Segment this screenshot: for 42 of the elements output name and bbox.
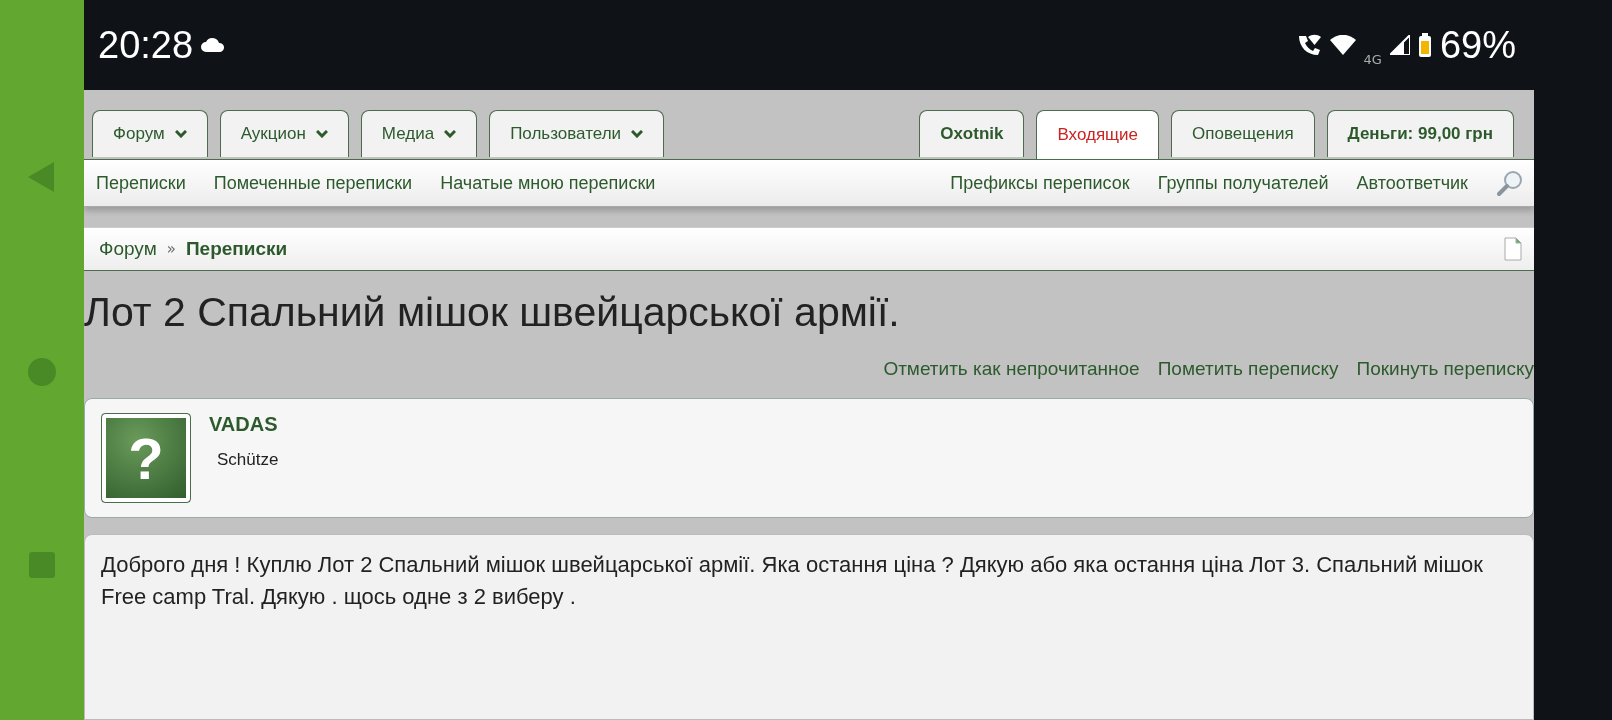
signal-icon [1389,35,1410,55]
battery-percent: 69% [1439,23,1516,67]
network-type: 4G [1363,51,1382,67]
sub-nav-link[interactable]: Префиксы переписок [950,172,1130,194]
chevron-down-icon [174,130,187,138]
sub-nav-link[interactable]: Начатые мною переписки [440,172,656,194]
clock-time: 20:28 [98,23,194,67]
chevron-down-icon [315,130,328,138]
wifi-icon [1329,35,1356,55]
search-icon[interactable] [1496,169,1524,197]
recents-icon[interactable] [29,551,55,578]
breadcrumb-separator: » [166,240,176,258]
breadcrumb-link[interactable]: Переписки [185,238,288,260]
conversation-title: Лот 2 Спальний мішок швейцарської армії. [84,289,901,336]
back-icon[interactable] [28,162,56,193]
chevron-down-icon [444,130,457,138]
username-link[interactable]: VADAS [209,413,279,436]
cloud-icon [201,38,226,52]
breadcrumb-link[interactable]: Форум [99,238,157,260]
nav-tab[interactable]: Форум [92,110,208,157]
document-icon[interactable] [1504,237,1522,261]
nav-tab[interactable]: Аукцион [219,110,349,157]
message-text: Доброго дня ! Куплю Лот 2 Спальний мішок швейцарської армії. Яка остання ціна ? Дякую або яка остання ціна Лот 3. Спальний мішок Free camp Tral. Дякую . щось одне з 2 виберу . [101,551,1484,611]
sub-nav-link[interactable]: Автоответчик [1356,172,1468,194]
battery-icon [1417,33,1432,57]
sub-nav-link[interactable]: Переписки [96,172,186,194]
home-icon[interactable] [27,357,57,387]
avatar-placeholder[interactable]: ? [101,413,191,503]
sub-nav-link[interactable]: Группы получателей [1157,172,1329,194]
nav-tab[interactable]: Деньги: 99,00 грн [1326,110,1514,157]
nav-tab[interactable]: Пользователи [489,110,665,157]
conversation-action-link[interactable]: Отметить как непрочитанное [883,358,1140,380]
nav-tab[interactable]: Оповещения [1171,110,1315,157]
chevron-down-icon [631,130,644,138]
nav-tab[interactable]: Входящие [1036,110,1160,159]
sub-nav-link[interactable]: Помеченные переписки [213,172,413,194]
avatar-glyph: ? [128,424,164,492]
conversation-action-link[interactable]: Пометить переписку [1157,358,1339,380]
user-rank: Schütze [217,450,279,470]
nav-tab[interactable]: Oxotnik [919,110,1025,157]
nav-tab[interactable]: Медиа [360,110,478,157]
conversation-action-link[interactable]: Покинуть переписку [1356,358,1534,380]
